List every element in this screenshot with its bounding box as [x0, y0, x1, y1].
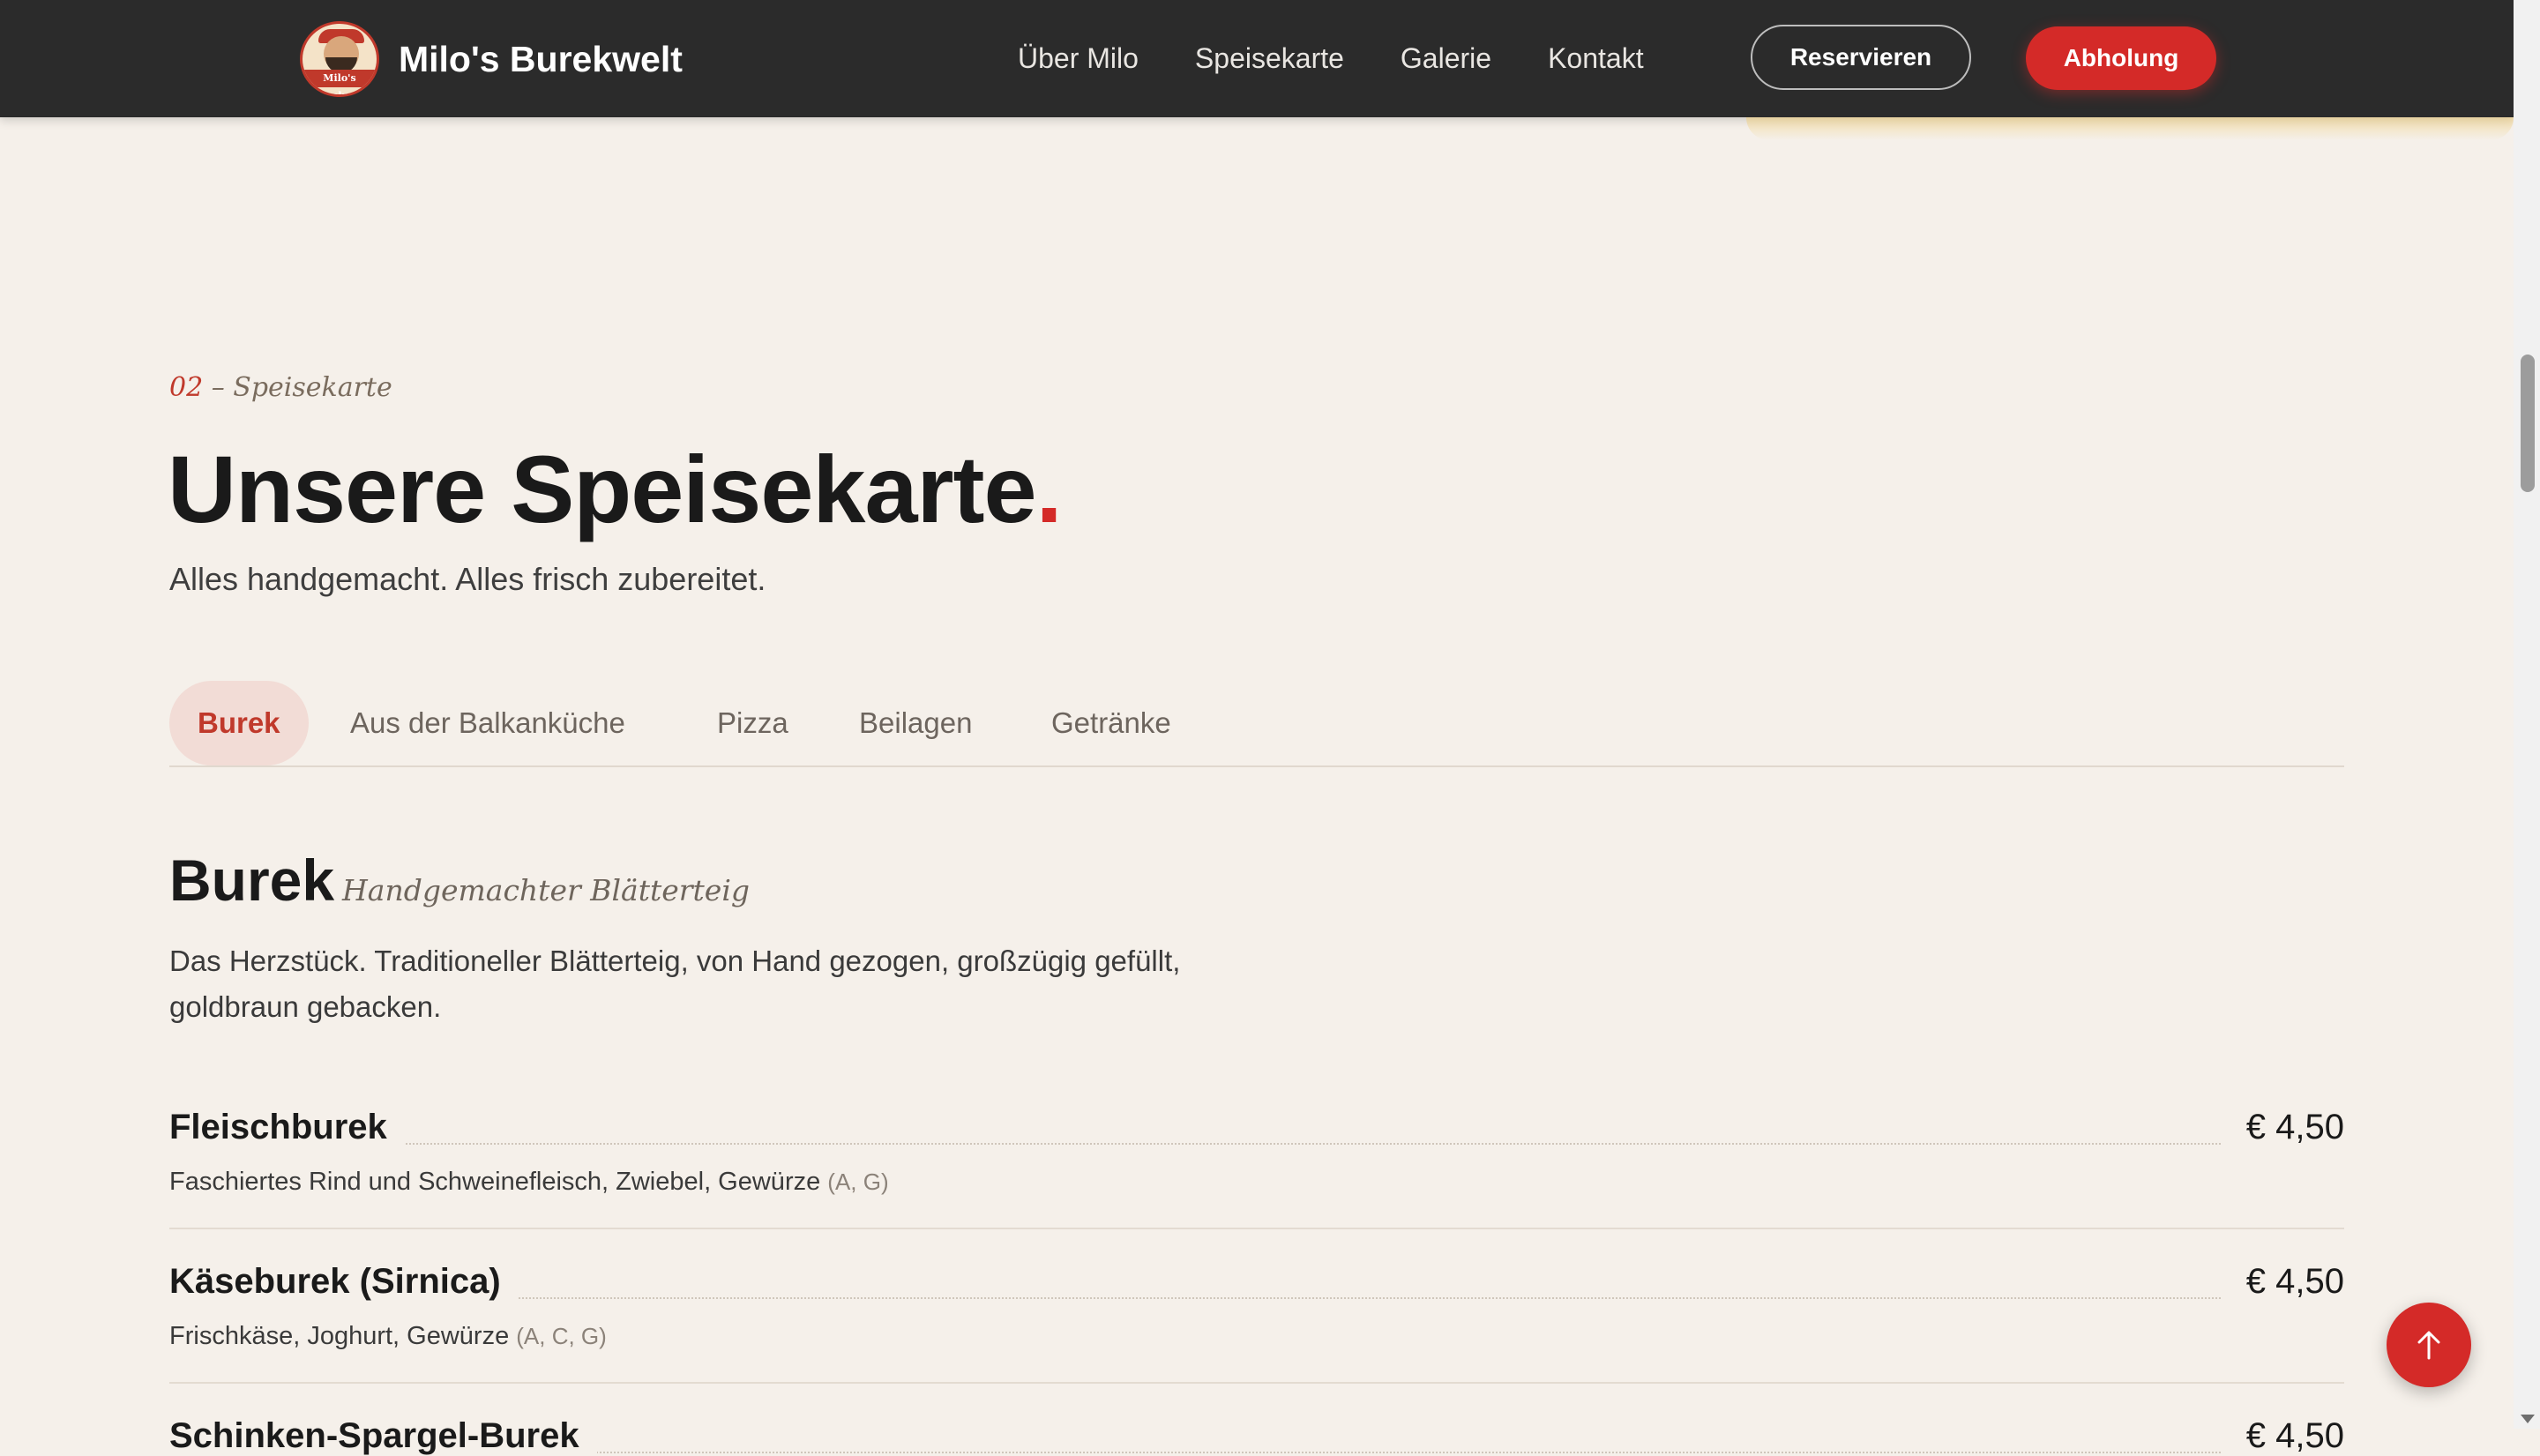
- item-name: Fleischburek: [169, 1108, 405, 1147]
- nav-kontakt[interactable]: Kontakt: [1548, 42, 1644, 75]
- arrow-up-icon: [2417, 1331, 2440, 1360]
- item-name: Käseburek (Sirnica): [169, 1262, 519, 1302]
- category-description: Das Herzstück. Traditioneller Blättertei…: [169, 945, 1181, 1023]
- item-ingredients: Frischkäse, Joghurt, Gewürze: [169, 1322, 510, 1350]
- eyebrow-number: 02: [169, 372, 204, 403]
- brand-name: Milo's Burekwelt: [399, 38, 683, 79]
- scroll-down-arrow-icon[interactable]: [2521, 1415, 2535, 1423]
- scrollbar[interactable]: [2514, 0, 2540, 1429]
- site-header: Milo's Burekwelt Milo's Burekwelt Über M…: [0, 0, 2514, 117]
- item-name: Schinken-Spargel-Burek: [169, 1416, 597, 1456]
- item-allergens: (A, C, G): [516, 1323, 607, 1349]
- eyebrow-separator: –: [203, 372, 234, 403]
- item-price: € 4,50: [2226, 1108, 2344, 1147]
- item-price: € 4,50: [2226, 1262, 2344, 1302]
- tab-balkankueche[interactable]: Aus der Balkanküche: [350, 681, 625, 765]
- page-title: Unsere Speisekarte.: [168, 434, 1063, 544]
- item-price: € 4,50: [2226, 1416, 2344, 1456]
- title-dot: .: [1035, 436, 1063, 542]
- item-divider: [169, 1382, 2344, 1384]
- item-description: Frischkäse, Joghurt, Gewürze (A, C, G): [169, 1322, 607, 1351]
- page-subtitle: Alles handgemacht. Alles frisch zubereit…: [169, 561, 766, 597]
- back-to-top-button[interactable]: [2387, 1303, 2471, 1387]
- menu-tabs: Burek Aus der Balkanküche Pizza Beilagen…: [169, 681, 2344, 767]
- tab-pizza[interactable]: Pizza: [717, 681, 788, 765]
- tab-getraenke[interactable]: Getränke: [1051, 681, 1171, 765]
- item-allergens: (A, G): [827, 1169, 889, 1195]
- tab-beilagen[interactable]: Beilagen: [859, 681, 972, 765]
- eyebrow-text: Speisekarte: [233, 372, 392, 403]
- category-title: Burek: [169, 847, 335, 913]
- brand[interactable]: Milo's Burekwelt Milo's Burekwelt: [300, 21, 683, 97]
- logo: Milo's Burekwelt: [300, 21, 379, 97]
- tab-burek[interactable]: Burek: [169, 681, 309, 765]
- category-subtitle: Handgemachter Blätterteig: [342, 873, 751, 907]
- scrollbar-thumb[interactable]: [2521, 355, 2535, 492]
- item-ingredients: Faschiertes Rind und Schweinefleisch, Zw…: [169, 1168, 821, 1196]
- logo-ribbon: Milo's Burekwelt: [303, 70, 377, 94]
- section-eyebrow: 02 – Speisekarte: [169, 372, 392, 403]
- item-divider: [169, 1228, 2344, 1229]
- price-leader: [169, 1143, 2221, 1145]
- main-nav: Über Milo Speisekarte Galerie Kontakt: [1018, 0, 1700, 117]
- reserve-button[interactable]: Reservieren: [1751, 25, 1971, 90]
- nav-galerie[interactable]: Galerie: [1401, 42, 1491, 75]
- title-text: Unsere Speisekarte: [168, 436, 1037, 542]
- item-description: Faschiertes Rind und Schweinefleisch, Zw…: [169, 1168, 889, 1197]
- header-glow: [1746, 117, 2514, 140]
- nav-speisekarte[interactable]: Speisekarte: [1195, 42, 1344, 75]
- pickup-button[interactable]: Abholung: [2026, 26, 2216, 90]
- nav-ueber-milo[interactable]: Über Milo: [1018, 42, 1139, 75]
